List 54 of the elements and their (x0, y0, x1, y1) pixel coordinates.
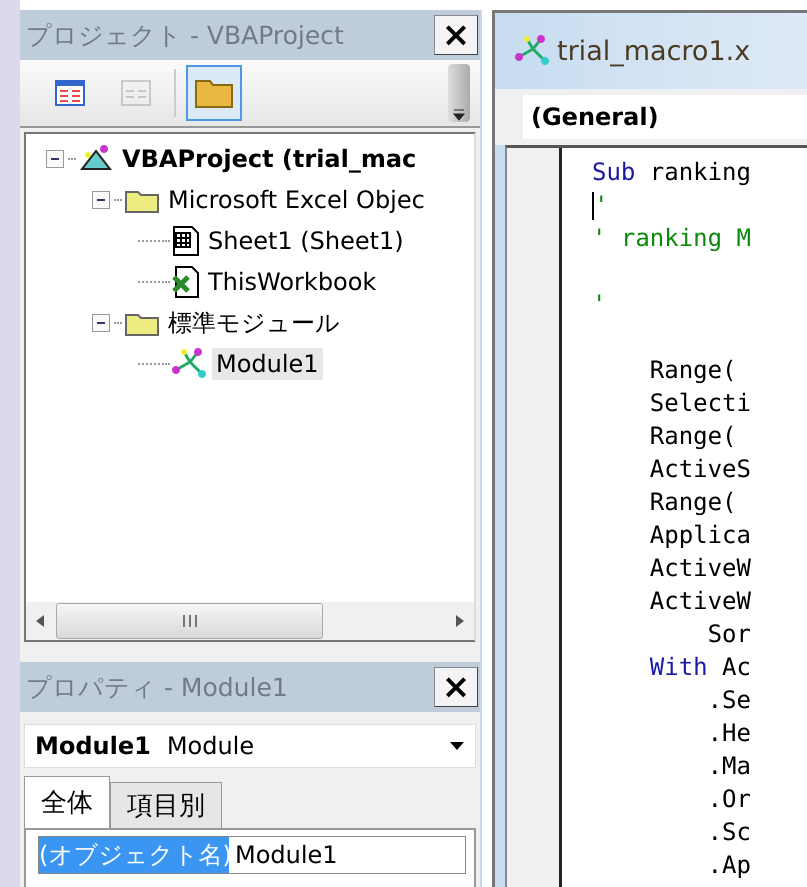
panel-title: プロパティ - Module1 (26, 672, 288, 704)
property-value[interactable]: Module1 (229, 837, 465, 873)
close-button[interactable]: × (434, 15, 478, 55)
collapse-toggle[interactable] (92, 314, 110, 332)
collapse-toggle[interactable] (92, 190, 110, 208)
code-line: .Or (706, 784, 751, 815)
collapse-toggle[interactable] (46, 150, 64, 168)
code-window-icon (55, 80, 85, 106)
folder-icon (194, 77, 234, 109)
comment-line: ' (592, 289, 608, 320)
tree-item[interactable]: 標準モジュール (164, 304, 344, 340)
module-icon (515, 35, 551, 67)
code-line: Range( (648, 421, 738, 452)
module-icon (172, 348, 208, 380)
tab[interactable]: 項目別 (110, 782, 222, 828)
code-line: ActiveW (648, 553, 751, 584)
comment-line: ' ranking M (592, 223, 751, 254)
tab[interactable]: 全体 (24, 776, 110, 828)
chevron-icon (453, 108, 465, 122)
tree-item[interactable]: VBAProject (trial_mac (118, 142, 420, 174)
tree-item[interactable]: Microsoft Excel Objec (164, 184, 429, 216)
tree-item[interactable]: ThisWorkbook (204, 266, 380, 298)
object-dropdown[interactable]: Module1 Module (24, 724, 476, 768)
code-line: Selecti (648, 388, 751, 419)
horizontal-scrollbar[interactable] (26, 602, 474, 640)
close-button[interactable]: × (434, 667, 478, 707)
code-line: Sor (706, 619, 751, 650)
code-line: Range( (648, 487, 738, 518)
code-line: Sub ranking (592, 157, 751, 188)
form-window-icon (121, 80, 151, 106)
sheet-icon (172, 224, 200, 256)
tree-item[interactable]: Module1 (212, 348, 323, 380)
code-line: .Se (706, 685, 751, 716)
scroll-left-icon[interactable] (34, 613, 46, 629)
code-line: Applica (648, 520, 751, 551)
overflow-button[interactable] (448, 64, 470, 122)
code-line: ActiveS (648, 454, 751, 485)
tree-item[interactable]: Sheet1 (Sheet1) (204, 224, 408, 256)
code-line: ActiveW (648, 586, 751, 617)
scroll-right-icon[interactable] (454, 613, 466, 629)
panel-title: プロジェクト - VBAProject (26, 20, 344, 52)
workbook-icon (172, 264, 200, 298)
code-line: .He (706, 718, 751, 749)
code-line: .Ap (706, 850, 751, 881)
dropdown-arrow-icon (449, 741, 465, 751)
code-line: With Ac (648, 652, 751, 683)
object-dropdown[interactable]: (General) (523, 95, 807, 139)
window-title: trial_macro1.x (557, 36, 750, 66)
code-line: .Ma (706, 751, 751, 782)
code-editor[interactable]: Sub ranking ' ' ranking M ' Range( Selecti Range( ActiveS Range( Applica ActiveW ActiveW Sor With Ac .Se .He .Ma .Or .Sc .Ap (505, 145, 807, 887)
toolbar-button[interactable] (186, 65, 242, 121)
code-line: .Sc (706, 817, 751, 848)
comment-line: ' (592, 190, 610, 222)
code-line: Range( (648, 355, 738, 386)
